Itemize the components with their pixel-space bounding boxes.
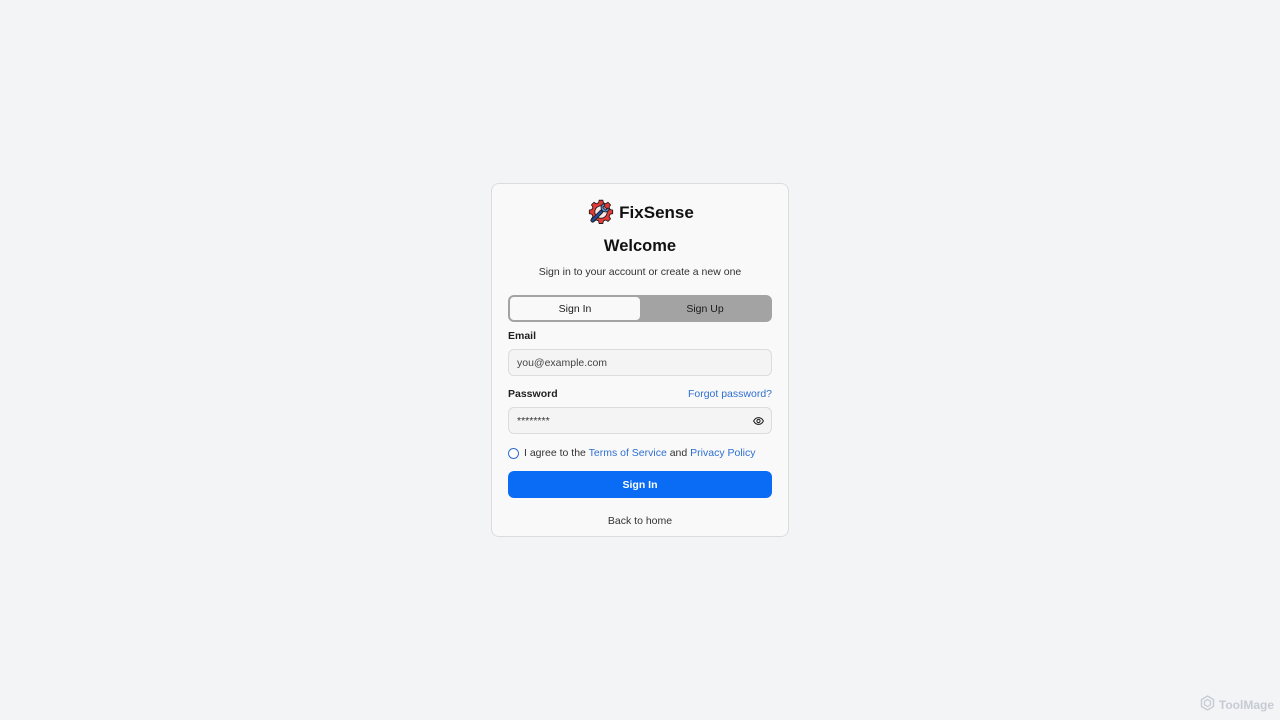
agree-middle: and xyxy=(666,447,691,459)
brand-name: FixSense xyxy=(619,203,694,222)
login-page: FixSense Welcome Sign in to your account… xyxy=(0,0,1280,720)
eye-icon[interactable] xyxy=(752,415,764,427)
forgot-password-link[interactable]: Forgot password? xyxy=(688,388,772,400)
password-field-wrapper xyxy=(508,407,772,434)
tab-sign-in[interactable]: Sign In xyxy=(510,297,640,320)
email-field-wrapper xyxy=(508,349,772,376)
page-title: Welcome xyxy=(603,237,677,255)
password-field[interactable] xyxy=(509,408,771,433)
auth-tabs: Sign In Sign Up xyxy=(508,295,772,322)
password-label: Password xyxy=(508,388,558,400)
auth-card: FixSense Welcome Sign in to your account… xyxy=(491,183,789,537)
email-label-row: Email xyxy=(508,329,772,343)
watermark: ToolMage xyxy=(1200,695,1274,714)
gear-wrench-icon xyxy=(586,199,614,227)
email-label: Email xyxy=(508,330,537,342)
page-subtitle: Sign in to your account or create a new … xyxy=(538,266,742,278)
tab-sign-up[interactable]: Sign Up xyxy=(640,297,770,320)
terms-agreement: I agree to the Terms of Service and Priv… xyxy=(508,446,772,460)
terms-of-service-link[interactable]: Terms of Service xyxy=(589,447,667,459)
privacy-policy-link[interactable]: Privacy Policy xyxy=(690,447,755,459)
password-label-row: Password Forgot password? xyxy=(508,387,772,401)
hexagon-logo-icon xyxy=(1200,695,1215,714)
sign-in-button[interactable]: Sign In xyxy=(508,471,772,498)
email-field[interactable] xyxy=(509,350,771,375)
watermark-text: ToolMage xyxy=(1218,697,1274,712)
agree-checkbox[interactable] xyxy=(508,447,519,459)
back-to-home-link[interactable]: Back to home xyxy=(508,514,772,528)
agree-text: I agree to the Terms of Service and Priv… xyxy=(524,447,756,459)
brand-header: FixSense xyxy=(508,199,772,227)
agree-prefix: I agree to the xyxy=(524,447,589,459)
